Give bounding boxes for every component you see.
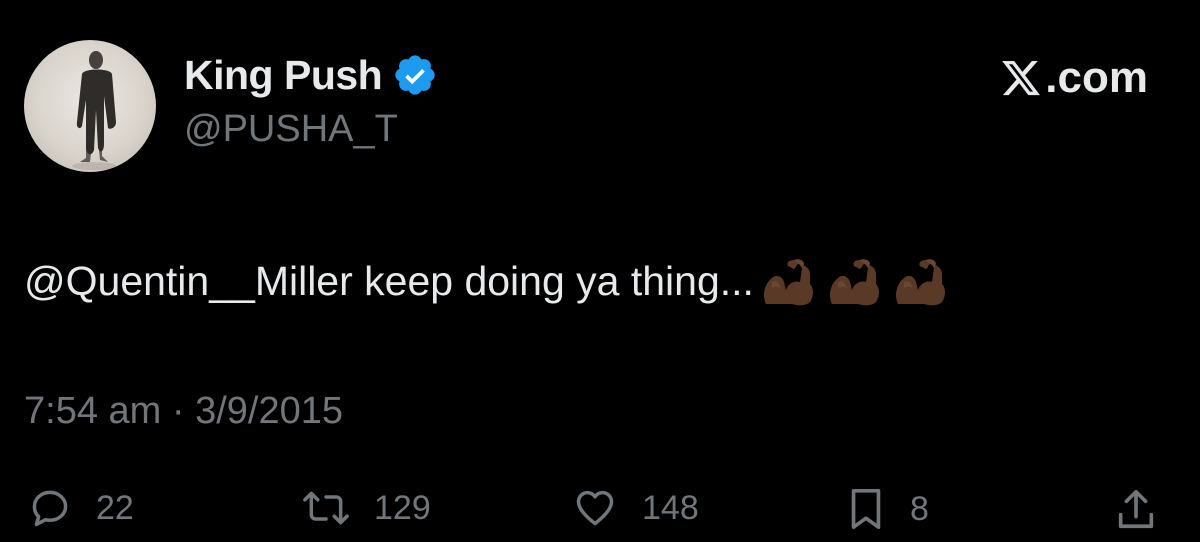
repost-icon <box>303 491 349 525</box>
reply-icon <box>32 490 68 527</box>
flexed-biceps-icon <box>758 254 818 310</box>
heart-icon <box>576 490 614 526</box>
repost-button[interactable]: 129 <box>302 486 431 530</box>
action-bar: 22 129 148 8 <box>24 486 1176 542</box>
brand-text: .com <box>1045 53 1148 102</box>
bookmark-icon <box>851 488 881 530</box>
brand: .com <box>999 56 1148 100</box>
avatar[interactable] <box>24 40 156 172</box>
display-name[interactable]: King Push <box>184 54 383 96</box>
flexed-biceps-icon <box>824 254 884 310</box>
share-button[interactable] <box>1114 486 1158 532</box>
bookmark-count: 8 <box>910 490 929 528</box>
tweet-timestamp[interactable]: 7:54 am · 3/9/2015 <box>24 392 343 430</box>
reply-count: 22 <box>96 489 134 527</box>
reply-button[interactable]: 22 <box>28 486 134 530</box>
avatar-photo <box>72 51 116 170</box>
like-count: 148 <box>642 489 699 527</box>
author-name-row[interactable]: King Push <box>184 48 438 102</box>
flexed-biceps-icon <box>890 254 950 310</box>
mention-link[interactable]: @Quentin__Miller <box>24 257 353 306</box>
like-button[interactable]: 148 <box>572 486 699 530</box>
x-logo-icon <box>999 57 1043 99</box>
tweet-text: @Quentin__Miller keep doing ya thing... <box>24 254 956 310</box>
emoji-group <box>758 254 956 310</box>
share-icon <box>1118 489 1154 529</box>
tweet-body: keep doing ya thing... <box>352 258 754 305</box>
author-handle[interactable]: @PUSHA_T <box>184 110 398 148</box>
repost-count: 129 <box>374 489 431 527</box>
verified-badge-icon <box>392 52 438 98</box>
bookmark-button[interactable]: 8 <box>846 486 929 532</box>
